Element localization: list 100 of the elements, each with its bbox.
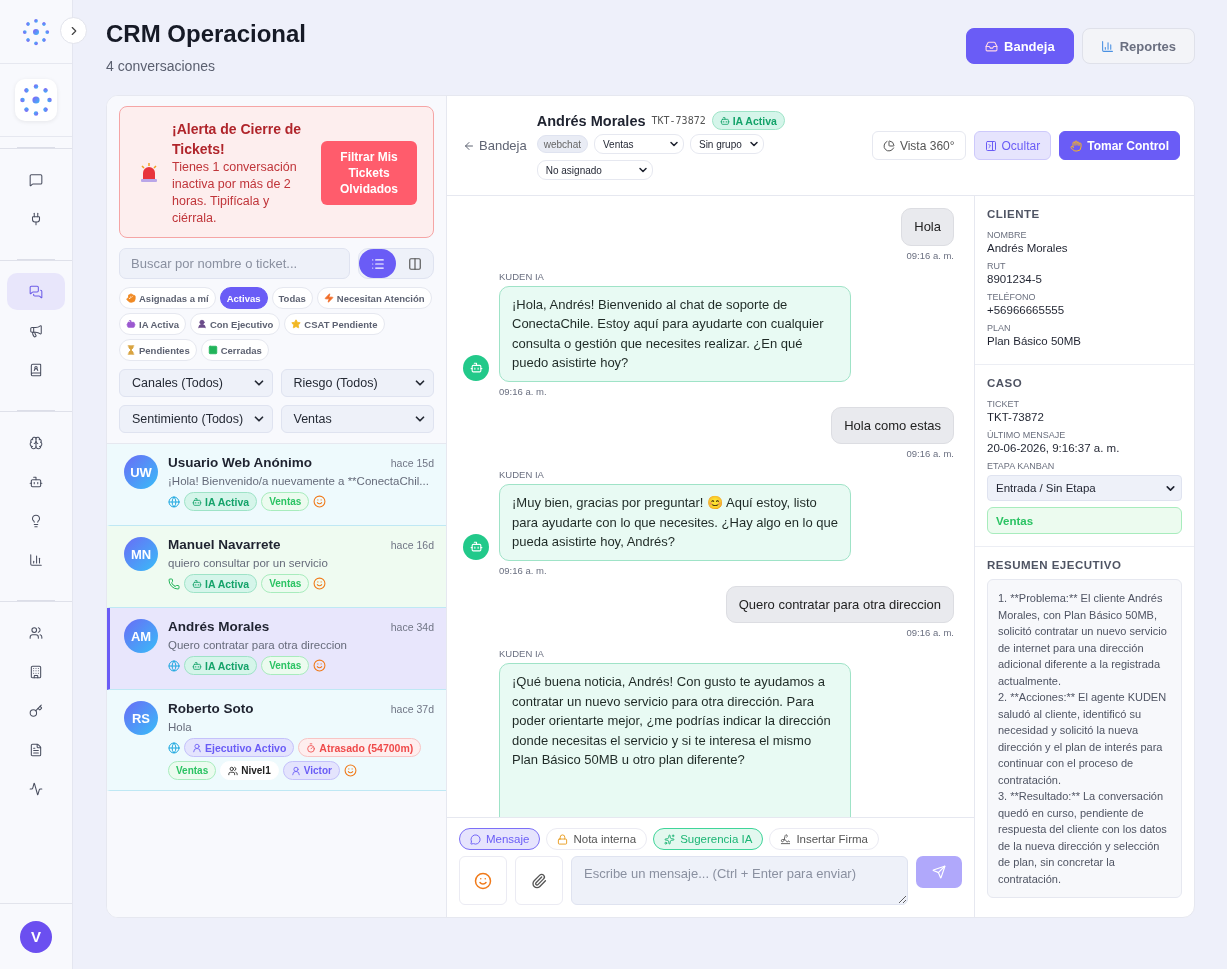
signature-icon	[780, 833, 792, 845]
idea-icon	[29, 513, 43, 528]
message-icon	[470, 833, 481, 845]
filter-chip[interactable]: Necesitan Atención	[316, 287, 432, 309]
emoji-button[interactable]	[459, 856, 507, 905]
filter-chip[interactable]: Pendientes	[119, 339, 197, 361]
composer-mode-tab[interactable]: Insertar Firma	[769, 828, 879, 850]
brain-icon	[29, 435, 43, 450]
field-label: ETAPA KANBAN	[987, 461, 1056, 471]
hand-icon	[1070, 139, 1083, 152]
filter-dropdown[interactable]: Riesgo (Todos)	[280, 369, 434, 397]
filter-chip[interactable]: IA Activa	[119, 313, 186, 335]
inbox-icon	[985, 39, 999, 53]
composer-mode-tab[interactable]: Mensaje	[459, 828, 541, 850]
section-title: CLIENTE	[987, 208, 1041, 220]
conversation-time: hace 37d	[390, 702, 434, 715]
message-bubble: Hola	[901, 208, 954, 246]
sentiment-icon	[313, 659, 327, 672]
hide-button[interactable]: Ocultar	[973, 131, 1052, 160]
sender-label: KUDEN IA	[499, 469, 544, 480]
channel-tag: webchat	[536, 135, 588, 153]
message-bubble: ¡Muy bien, gracias por preguntar! 😊 Aquí estoy, listo para ayudarte con lo que necesites. ¿Hay algo en lo que pueda asistirte hoy, Andrés?	[499, 484, 851, 561]
urgent-icon	[323, 293, 334, 303]
assignment-dropdown[interactable]: Ventas	[593, 134, 684, 154]
globe-icon	[168, 659, 180, 672]
inbox-button[interactable]: Bandeja	[966, 28, 1074, 64]
composer-mode-tab[interactable]: Nota interna	[546, 828, 648, 850]
contact-avatar: RS	[124, 701, 158, 735]
contact-name: Manuel Navarrete	[168, 537, 281, 552]
robot-icon	[192, 496, 202, 507]
level-tag: Nivel1	[220, 761, 279, 780]
collapse-sidebar-button[interactable]	[60, 17, 87, 44]
field-label: RUT	[987, 261, 1007, 271]
area-tag: Ventas	[987, 507, 1182, 534]
message-time: 09:16 a. m.	[906, 448, 954, 459]
bot-avatar	[463, 354, 489, 381]
agent-tag: Victor	[282, 761, 340, 780]
user-icon	[192, 742, 202, 753]
assignment-dropdown[interactable]: No asignado	[536, 160, 653, 180]
agent-status-tag: Ejecutivo Activo	[184, 738, 295, 757]
list-view-button[interactable]	[359, 249, 396, 278]
filter-dropdown[interactable]: Ventas	[280, 405, 434, 433]
filter-chip[interactable]: Todas	[271, 287, 313, 309]
field-label: NOMBRE	[987, 230, 1028, 240]
conversation-item[interactable]: AM Andrés Morales hace 34d Quero contratar para otra direccion IA Activa Ventas	[107, 608, 446, 690]
reports-button[interactable]: Reportes	[1081, 28, 1195, 64]
conversation-count: 4 conversaciones	[106, 58, 216, 74]
filter-chip[interactable]: Con Ejecutivo	[189, 313, 281, 335]
filter-chip[interactable]: Cerradas	[200, 339, 269, 361]
kanban-icon	[407, 256, 422, 271]
contact-avatar: MN	[124, 537, 158, 571]
filter-dropdown[interactable]: Sentimiento (Todos)	[119, 405, 273, 433]
delay-tag: Atrasado (54700m)	[298, 738, 422, 757]
section-title: CASO	[987, 377, 1024, 389]
stage-dropdown[interactable]: Entrada / Sin Etapa	[987, 475, 1182, 501]
message-input[interactable]: Escribe un mensaje... (Ctrl + Enter para enviar)	[571, 856, 908, 905]
take-button[interactable]: Tomar Control	[1059, 131, 1180, 160]
ticket-id: TKT-73872	[651, 115, 706, 126]
logo-icon	[21, 16, 51, 47]
pending-icon	[126, 345, 136, 355]
timer-icon	[306, 742, 317, 753]
robot-icon	[29, 474, 43, 489]
key-icon	[29, 703, 43, 718]
conversation-item[interactable]: RS Roberto Soto hace 37d Hola Ejecutivo Activo Atrasado (54700m) Ventas Nivel1 Victor	[107, 690, 446, 791]
filter-chip[interactable]: CSAT Pendiente	[284, 313, 385, 335]
bot-avatar	[463, 533, 489, 560]
area-tag: Ventas	[261, 656, 310, 675]
panel-icon	[984, 139, 997, 152]
message-time: 09:16 a. m.	[906, 249, 954, 261]
message-bubble: Hola como estas	[831, 406, 954, 444]
message-time: 09:16 a. m.	[499, 385, 547, 397]
conversations-icon	[29, 284, 43, 299]
attach-button[interactable]	[515, 856, 563, 905]
back-link[interactable]: Bandeja	[463, 138, 527, 153]
assignment-dropdown[interactable]: Sin grupo	[689, 134, 764, 154]
filter-dropdown[interactable]: Canales (Todos)	[119, 369, 273, 397]
field-value: Andrés Morales	[987, 242, 1069, 254]
nav-item[interactable]	[7, 273, 65, 310]
users-icon	[228, 765, 239, 776]
user-avatar[interactable]: V	[20, 920, 52, 953]
filter-chip[interactable]: Asignadas a mí	[119, 287, 216, 309]
message-bubble: ¡Qué buena noticia, Andrés! Con gusto te ayudamos a contratar un nuevo servicio para otra dirección. Para poder orientarte mejor, ¿me podrías indicar la dirección donde necesitas el servicio y si te interesa el mismo Plan Básico 50MB u otro plan diferente?	[499, 663, 851, 817]
search-field[interactable]: Buscar por nombre o ticket...	[119, 248, 350, 279]
chat-contact-name: Andrés Morales	[536, 112, 646, 129]
conversation-time: hace 15d	[390, 456, 434, 469]
bar-chart-icon	[1100, 39, 1114, 53]
conversation-item[interactable]: UW Usuario Web Anónimo hace 15d ¡Hola! Bienvenido/a nuevamente a **ConectaChil... IA Activa Ventas	[107, 444, 446, 526]
filter-chip[interactable]: Activas	[219, 287, 268, 309]
list-icon	[370, 256, 385, 271]
message-time: 09:16 a. m.	[499, 564, 547, 576]
document-icon	[29, 742, 43, 757]
view360-button[interactable]: Vista 360°	[871, 131, 966, 160]
ai-status-tag: IA Activa	[184, 492, 258, 511]
section-title: RESUMEN EJECUTIVO	[987, 559, 1123, 571]
contact-name: Andrés Morales	[168, 619, 270, 634]
conversation-item[interactable]: MN Manuel Navarrete hace 16d quiero consultar por un servicio IA Activa Ventas	[107, 526, 446, 608]
send-button[interactable]	[916, 856, 962, 888]
conversation-time: hace 34d	[390, 620, 434, 633]
megaphone-icon	[29, 323, 43, 338]
activity-icon	[29, 781, 43, 796]
